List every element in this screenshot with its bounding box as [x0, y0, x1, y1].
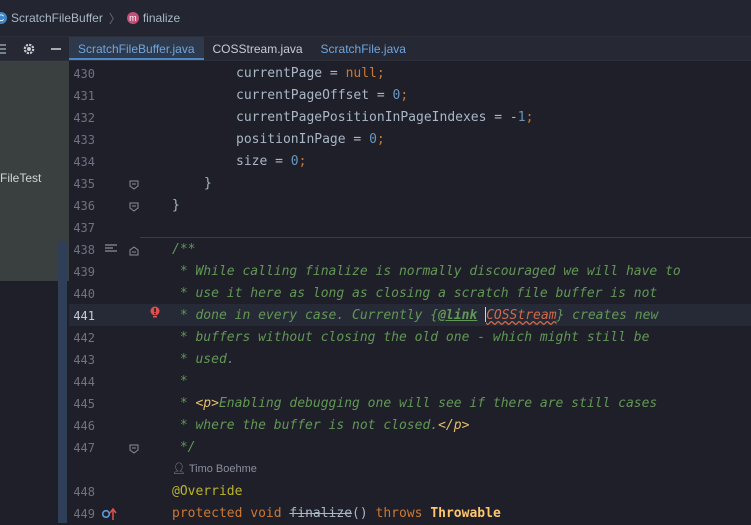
doc-comment-line: * <p>Enabling debugging one will see if … [172, 396, 658, 411]
line-number: 435 [73, 177, 95, 191]
minimize-icon[interactable] [50, 43, 62, 55]
line-number: 438 [73, 243, 95, 257]
tab-scratchfilebuffer[interactable]: ScratchFileBuffer.java [69, 37, 204, 60]
line-number: 431 [73, 89, 95, 103]
doc-comment-line: * use it here as long as closing a scrat… [172, 286, 658, 301]
line-number: 448 [73, 485, 95, 499]
fold-marker-icon[interactable] [129, 246, 139, 256]
doc-comment-line: * While calling finalize is normally dis… [172, 264, 681, 279]
render-doc-icon[interactable] [105, 244, 117, 254]
tab-cosstream[interactable]: COSStream.java [204, 37, 312, 60]
person-icon: 👤︎ [172, 463, 186, 475]
fold-marker-icon[interactable] [129, 444, 139, 454]
line-number: 430 [73, 67, 95, 81]
doc-comment-line: * where the buffer is not closed.</p> [172, 418, 470, 433]
breadcrumb-class[interactable]: ScratchFileBuffer [11, 11, 103, 25]
doc-comment-line: * used. [172, 352, 235, 367]
line-number: 439 [73, 265, 95, 279]
line-number: 442 [73, 331, 95, 345]
editor-tabs: ScratchFileBuffer.java COSStream.java Sc… [69, 37, 751, 61]
project-panel: FileTest [0, 37, 69, 525]
doc-comment-line: */ [172, 440, 196, 455]
line-number: 444 [73, 375, 95, 389]
method-icon: m [126, 12, 139, 24]
doc-comment-line: * done in every case. Currently {@link C… [172, 307, 659, 323]
code-line: protected void finalize() throws Throwab… [172, 506, 501, 521]
code-line: } [204, 176, 212, 191]
line-number: 436 [73, 199, 95, 213]
code-line: currentPage = null; [236, 66, 385, 81]
line-number: 446 [73, 419, 95, 433]
line-number: 433 [73, 133, 95, 147]
tree-item-filetest[interactable]: FileTest [0, 171, 41, 185]
gutter: 430 431 432 433 434 435 436 437 438 439 … [69, 61, 160, 523]
code-line: } [172, 198, 180, 213]
line-number: 440 [73, 287, 95, 301]
line-number: 441 [73, 309, 95, 323]
line-number: 432 [73, 111, 95, 125]
scrollbar[interactable] [58, 241, 67, 523]
override-method-icon[interactable] [102, 507, 118, 521]
doc-comment-line: * [172, 374, 188, 389]
project-toolbar [0, 37, 69, 61]
code-line: positionInPage = 0; [236, 132, 385, 147]
code-line: currentPagePositionInPageIndexes = -1; [236, 110, 534, 125]
author-inlay[interactable]: 👤︎ Timo Boehme [172, 462, 257, 475]
line-number: 437 [73, 221, 95, 235]
code-editor[interactable]: currentPage = null; currentPageOffset = … [140, 61, 751, 523]
breadcrumb-method[interactable]: finalize [143, 11, 180, 25]
breadcrumb: C ScratchFileBuffer 〉 m finalize [0, 0, 751, 37]
line-number: 445 [73, 397, 95, 411]
gear-icon[interactable] [22, 42, 36, 56]
chevron-right-icon: 〉 [108, 11, 121, 26]
code-line: size = 0; [236, 154, 307, 169]
code-line: @Override [172, 484, 243, 499]
code-line: currentPageOffset = 0; [236, 88, 409, 103]
doc-comment-line: * buffers without closing the old one - … [172, 330, 650, 345]
line-number: 449 [73, 507, 95, 521]
doc-comment-line: /** [172, 242, 196, 257]
line-number: 443 [73, 353, 95, 367]
class-icon: C [0, 12, 7, 24]
fold-marker-icon[interactable] [129, 180, 139, 190]
unresolved-reference[interactable]: COSStream [486, 308, 556, 323]
collapse-arrows-icon[interactable] [0, 42, 10, 56]
line-number: 434 [73, 155, 95, 169]
tab-scratchfile[interactable]: ScratchFile.java [312, 37, 415, 60]
line-number: 447 [73, 441, 95, 455]
fold-marker-icon[interactable] [129, 202, 139, 212]
